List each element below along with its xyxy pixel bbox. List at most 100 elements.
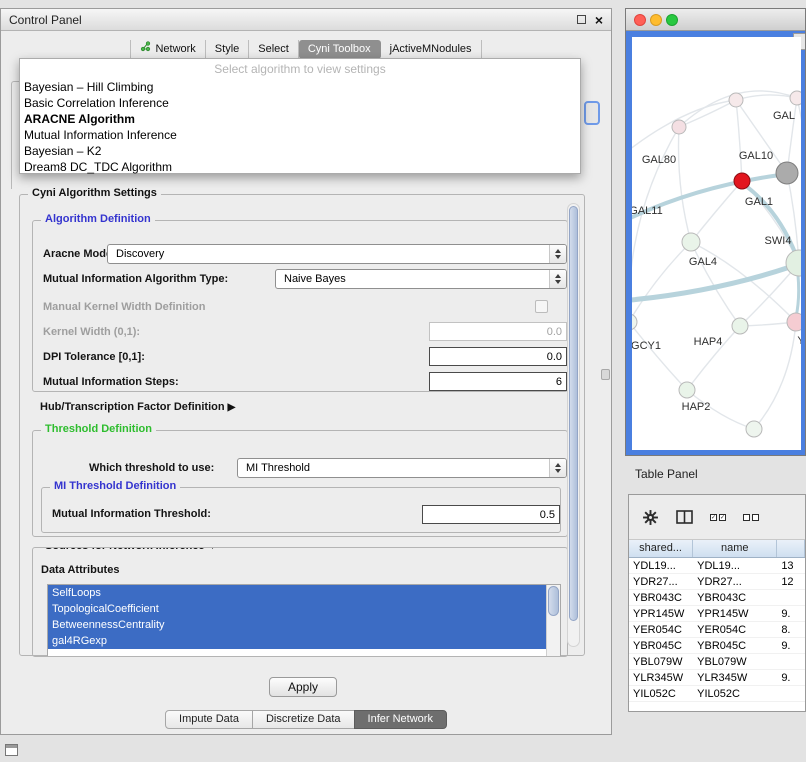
network-node-label: HAP4 (694, 336, 723, 348)
table-row[interactable]: YIL052CYIL052C (629, 686, 805, 702)
bottom-tab-impute-data[interactable]: Impute Data (165, 710, 253, 729)
dpi-tolerance-field[interactable] (429, 347, 567, 366)
zoom-traffic-light-icon[interactable] (666, 14, 678, 26)
column-header-extra[interactable] (777, 540, 805, 557)
algorithm-option-aracne-algorithm[interactable]: ARACNE Algorithm (20, 111, 580, 127)
column-header-shared-[interactable]: shared... (629, 540, 693, 557)
algorithm-option-bayesian-hill-climbing[interactable]: Bayesian – Hill Climbing (20, 79, 580, 95)
aracne-mode-label: Aracne Mode: (43, 248, 116, 260)
tab-select[interactable]: Select (249, 40, 299, 59)
network-node[interactable] (787, 313, 801, 331)
column-header-name[interactable]: name (693, 540, 777, 557)
attribute-item-topologicalcoefficient[interactable]: TopologicalCoefficient (48, 601, 546, 617)
deselect-checkboxes-icon[interactable] (743, 514, 759, 521)
table-cell (777, 590, 805, 605)
tab-label: jActiveMNodules (390, 40, 472, 59)
network-edge (796, 275, 799, 317)
table-row[interactable]: YBR045CYBR045C9. (629, 638, 805, 654)
table-toolbar: ✓✓ (629, 495, 805, 540)
table-row[interactable]: YPR145WYPR145W9. (629, 606, 805, 622)
table-row[interactable]: YER054CYER054C8. (629, 622, 805, 638)
aracne-mode-combobox[interactable]: Discovery (107, 244, 567, 264)
network-node[interactable] (682, 233, 700, 251)
network-node-label: GAL11 (632, 205, 663, 217)
collapse-arrow-icon[interactable]: ▼ (208, 547, 218, 552)
group-border-fragment (11, 81, 19, 189)
algorithm-option-bayesian-k2[interactable]: Bayesian – K2 (20, 143, 580, 159)
network-node[interactable] (790, 91, 801, 105)
network-node[interactable] (776, 162, 798, 184)
select-all-checkboxes-icon[interactable]: ✓✓ (710, 514, 726, 521)
table-cell: 13 (777, 558, 805, 573)
table-row[interactable]: YDL19...YDL19...13 (629, 558, 805, 574)
network-node[interactable] (746, 421, 762, 437)
attribute-item-betweennesscentrality[interactable]: BetweennessCentrality (48, 617, 546, 633)
tab-style[interactable]: Style (206, 40, 249, 59)
mi-steps-field[interactable] (429, 372, 567, 391)
bottom-tab-infer-network[interactable]: Infer Network (354, 710, 447, 729)
network-node-label: GAL10 (739, 150, 773, 162)
table-row[interactable]: YBL079WYBL079W (629, 654, 805, 670)
tab-cyni-toolbox[interactable]: Cyni Toolbox (299, 40, 381, 59)
table-cell: YBR045C (693, 638, 777, 653)
settings-scrollbar[interactable] (567, 203, 580, 647)
table-cell: 8. (777, 622, 805, 637)
apply-button[interactable]: Apply (269, 677, 337, 697)
table-row[interactable]: YLR345WYLR345W9. (629, 670, 805, 686)
data-attributes-list[interactable]: SelfLoopsTopologicalCoefficientBetweenne… (47, 584, 561, 657)
settings-scrollbar-thumb[interactable] (569, 206, 578, 621)
attribute-item-gal4rgexp[interactable]: gal4RGexp (48, 633, 546, 649)
tab-label: Network (155, 40, 195, 59)
network-view-window: GALGAL80GAL10GAL11GAL1SWI4GAL4GCY1HAP4YH… (625, 8, 806, 456)
table-row[interactable]: YBR043CYBR043C (629, 590, 805, 606)
network-node[interactable] (732, 318, 748, 334)
mi-threshold-field[interactable] (422, 505, 560, 524)
network-node[interactable] (786, 250, 801, 276)
cyni-settings-group-title: Cyni Algorithm Settings (28, 187, 161, 199)
close-traffic-light-icon[interactable] (634, 14, 646, 26)
minimize-traffic-light-icon[interactable] (650, 14, 662, 26)
attribute-item-selfloops[interactable]: SelfLoops (48, 585, 546, 601)
network-icon (140, 40, 151, 59)
which-threshold-combobox[interactable]: MI Threshold (237, 458, 567, 478)
tab-jactivemnodules[interactable]: jActiveMNodules (381, 40, 482, 59)
tab-strip: Network StyleSelectCyni Toolbox jActiveMNo… (1, 40, 611, 59)
algorithm-dropdown-popup: Select algorithm to view settingsBayesia… (19, 58, 581, 174)
attributes-scrollbar[interactable] (546, 585, 560, 657)
network-node[interactable] (734, 173, 750, 189)
table-header-row[interactable]: shared...name (629, 540, 805, 558)
table-row[interactable]: YDR27...YDR27...12 (629, 574, 805, 590)
threshold-definition-group: Threshold Definition Which threshold to … (32, 430, 568, 537)
close-icon[interactable]: × (595, 13, 603, 27)
splitter-handle[interactable] (601, 369, 610, 380)
kernel-width-field[interactable] (429, 322, 567, 341)
network-node[interactable] (729, 93, 743, 107)
hub-definition-label[interactable]: Hub/Transcription Factor Definition ▶ (40, 401, 235, 413)
network-node-label: Y (797, 335, 801, 347)
network-canvas[interactable]: GALGAL80GAL10GAL11GAL1SWI4GAL4GCY1HAP4YH… (632, 37, 801, 450)
network-node[interactable] (672, 120, 686, 134)
gear-icon[interactable] (642, 509, 659, 526)
algorithm-option-dream8-dc-tdc-algorithm[interactable]: Dream8 DC_TDC Algorithm (20, 159, 580, 175)
table-cell: YIL052C (629, 686, 693, 701)
algorithm-option-basic-correlation-inference[interactable]: Basic Correlation Inference (20, 95, 580, 111)
network-canvas-panel[interactable]: GALGAL80GAL10GAL11GAL1SWI4GAL4GCY1HAP4YH… (632, 37, 801, 450)
algorithm-option-mutual-information-inference[interactable]: Mutual Information Inference (20, 127, 580, 143)
manual-kernel-checkbox[interactable] (535, 300, 548, 313)
table-cell: 9. (777, 606, 805, 621)
float-window-icon[interactable] (577, 15, 586, 24)
network-node[interactable] (679, 382, 695, 398)
mi-type-combobox[interactable]: Naive Bayes (275, 269, 567, 289)
bottom-tab-discretize-data[interactable]: Discretize Data (252, 710, 355, 729)
node-table: shared...name YDL19...YDL19...13YDR27...… (629, 540, 805, 711)
sources-group-title[interactable]: Sources for Network Inference ▼ (41, 547, 222, 552)
panel-dock-icon[interactable] (5, 744, 18, 756)
attributes-scrollbar-thumb[interactable] (548, 586, 559, 616)
expand-arrow-icon[interactable]: ▶ (228, 402, 236, 413)
mi-steps-label: Mutual Information Steps: (43, 376, 179, 388)
combobox-arrows-icon (549, 459, 566, 477)
tab-network[interactable]: Network (130, 40, 205, 59)
which-threshold-value: MI Threshold (246, 462, 310, 474)
network-node[interactable] (632, 314, 637, 330)
column-selector-icon[interactable] (676, 510, 693, 524)
